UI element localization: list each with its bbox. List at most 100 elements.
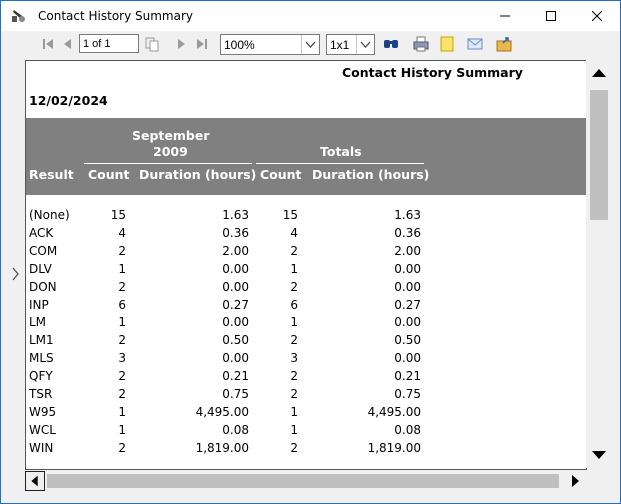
cell-total-count: 1 — [290, 422, 298, 437]
cell-count: 1 — [118, 422, 126, 437]
cell-count: 4 — [118, 225, 126, 240]
col-header-total-duration: Duration (hours) — [312, 167, 430, 182]
report-date: 12/02/2024 — [29, 93, 108, 108]
app-icon — [12, 10, 25, 22]
cell-count: 1 — [118, 315, 126, 330]
cell-result: DON — [29, 279, 57, 294]
totals-underline — [256, 163, 424, 164]
page-number-field[interactable]: 1 of 1 — [79, 34, 139, 53]
cell-total-duration: 0.27 — [394, 297, 421, 312]
totals-header: Totals — [320, 144, 362, 159]
cell-count: 1 — [118, 261, 126, 276]
cell-count: 2 — [118, 243, 126, 258]
horizontal-scrollbar[interactable] — [25, 470, 586, 492]
note-icon[interactable] — [438, 35, 456, 53]
col-header-count: Count — [88, 167, 130, 182]
cell-result: LM — [29, 315, 47, 330]
close-icon — [592, 11, 602, 21]
cell-total-duration: 4,495.00 — [367, 404, 421, 419]
print-icon[interactable] — [412, 35, 430, 53]
cell-total-duration: 0.75 — [394, 387, 421, 401]
scroll-right-icon[interactable] — [564, 471, 586, 491]
report-header-band: September 2009 Totals Result Count Durat… — [26, 118, 586, 195]
cell-total-count: 2 — [290, 387, 298, 401]
cell-result: ACK — [29, 225, 54, 240]
horizontal-scroll-thumb[interactable] — [47, 474, 559, 488]
cell-duration: 0.36 — [222, 225, 249, 240]
cell-total-count: 6 — [290, 297, 298, 312]
toolbar: 1 of 1 100% 1x1 — [1, 31, 620, 59]
cell-count: 2 — [118, 333, 126, 348]
cell-duration: 0.00 — [222, 351, 249, 366]
cell-total-count: 2 — [290, 369, 298, 384]
cell-total-count: 1 — [290, 315, 298, 330]
cell-count: 2 — [118, 369, 126, 384]
cell-duration: 0.75 — [222, 387, 249, 401]
report-page: Contact History Summary 12/02/2024 Septe… — [25, 60, 587, 470]
cell-result: QFY — [29, 369, 53, 384]
scroll-left-icon[interactable] — [25, 471, 45, 491]
cell-duration: 4,495.00 — [195, 404, 249, 419]
cell-total-duration: 0.00 — [394, 279, 421, 294]
cell-total-duration: 1,819.00 — [367, 440, 421, 455]
maximize-icon — [546, 11, 556, 21]
cell-total-duration: 0.00 — [394, 261, 421, 276]
cell-total-count: 15 — [282, 208, 298, 222]
col-header-total-count: Count — [260, 167, 302, 182]
cell-duration: 0.00 — [222, 315, 249, 330]
next-page-icon[interactable] — [172, 35, 190, 53]
cell-result: W95 — [29, 404, 57, 419]
minimize-icon — [500, 15, 510, 17]
cell-total-count: 2 — [290, 440, 298, 455]
cell-duration: 0.08 — [222, 422, 249, 437]
maximize-button[interactable] — [528, 1, 574, 31]
vertical-scroll-thumb[interactable] — [590, 90, 608, 220]
cell-result: WIN — [29, 440, 54, 455]
cell-result: (None) — [29, 208, 70, 222]
zoom-select[interactable]: 100% — [220, 34, 320, 55]
title-bar: Contact History Summary — [1, 1, 620, 31]
first-page-icon[interactable] — [39, 35, 57, 53]
group-header-year: 2009 — [153, 144, 188, 159]
cell-duration: 1,819.00 — [195, 440, 249, 455]
cell-count: 2 — [118, 387, 126, 401]
minimize-button[interactable] — [482, 1, 528, 31]
cell-count: 2 — [118, 440, 126, 455]
cell-total-duration: 0.00 — [394, 315, 421, 330]
cell-result: INP — [29, 297, 49, 312]
email-icon[interactable] — [466, 35, 484, 53]
cell-total-count: 1 — [290, 404, 298, 419]
window-title: Contact History Summary — [38, 9, 193, 23]
cell-duration: 0.00 — [222, 279, 249, 294]
scroll-down-icon[interactable] — [588, 445, 610, 465]
report-title: Contact History Summary — [342, 65, 523, 80]
cell-result: LM1 — [29, 333, 54, 348]
group-header-month: September — [132, 128, 210, 143]
prev-page-icon[interactable] — [59, 35, 77, 53]
close-button[interactable] — [574, 1, 620, 31]
cell-count: 15 — [110, 208, 126, 222]
cell-total-duration: 0.08 — [394, 422, 421, 437]
cell-result: COM — [29, 243, 58, 258]
cell-total-count: 2 — [290, 333, 298, 348]
copy-page-icon[interactable] — [143, 35, 161, 53]
col-header-result: Result — [29, 167, 74, 182]
export-icon[interactable] — [495, 35, 513, 53]
cell-duration: 1.63 — [222, 208, 249, 222]
chevron-down-icon — [301, 35, 319, 54]
cell-result: MLS — [29, 351, 54, 366]
chevron-down-icon — [356, 35, 374, 54]
cell-total-count: 4 — [290, 225, 298, 240]
group-underline — [84, 163, 252, 164]
find-icon[interactable] — [382, 35, 400, 53]
chevron-right-icon[interactable] — [12, 267, 20, 281]
last-page-icon[interactable] — [193, 35, 211, 53]
cell-duration: 2.00 — [222, 243, 249, 258]
scroll-up-icon[interactable] — [588, 63, 610, 83]
cell-count: 2 — [118, 279, 126, 294]
vertical-scrollbar[interactable] — [586, 60, 612, 468]
page-layout-select[interactable]: 1x1 — [326, 34, 375, 55]
cell-total-count: 2 — [290, 243, 298, 258]
cell-total-count: 2 — [290, 279, 298, 294]
cell-duration: 0.21 — [222, 369, 249, 384]
